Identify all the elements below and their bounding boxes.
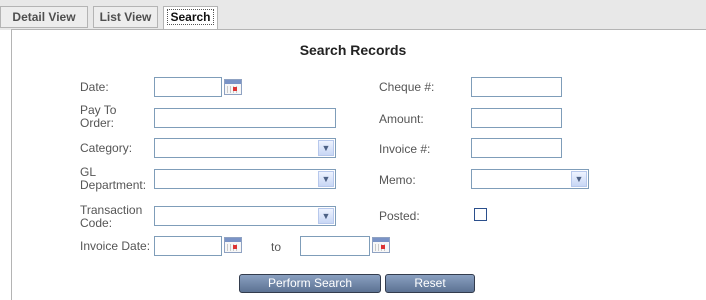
transaction-code-select[interactable]: ▼: [154, 206, 336, 226]
invoice-date-to-label: to: [271, 240, 282, 254]
pay-to-order-label: Pay To Order:: [80, 103, 117, 130]
chevron-down-icon: ▼: [318, 208, 334, 224]
date-label: Date:: [80, 80, 109, 94]
category-label: Category:: [80, 141, 133, 155]
reset-button[interactable]: Reset: [385, 274, 475, 293]
amount-label: Amount:: [379, 112, 424, 126]
page-title: Search Records: [299, 42, 407, 58]
search-panel: [11, 29, 706, 300]
transaction-code-label: Transaction Code:: [80, 203, 143, 230]
gl-department-select[interactable]: ▼: [154, 169, 336, 189]
invoice-date-to-field[interactable]: [300, 236, 370, 256]
invoice-date-from-field[interactable]: [154, 236, 222, 256]
gl-department-label: GL Department:: [80, 165, 147, 192]
calendar-icon[interactable]: [372, 237, 390, 253]
tab-detail-view[interactable]: Detail View: [0, 6, 88, 28]
perform-search-button[interactable]: Perform Search: [239, 274, 381, 293]
calendar-icon[interactable]: [224, 79, 242, 95]
tab-list-view[interactable]: List View: [93, 6, 158, 28]
tab-search[interactable]: Search: [163, 6, 218, 30]
pay-to-order-field[interactable]: [154, 108, 336, 128]
date-field[interactable]: [154, 77, 222, 97]
amount-field[interactable]: [471, 108, 562, 128]
invoice-date-label: Invoice Date:: [80, 239, 151, 253]
tab-search-label: Search: [167, 9, 214, 25]
memo-select[interactable]: ▼: [471, 169, 589, 189]
chevron-down-icon: ▼: [571, 171, 587, 187]
chevron-down-icon: ▼: [318, 140, 334, 156]
invoice-number-field[interactable]: [471, 138, 562, 158]
invoice-number-label: Invoice #:: [379, 142, 431, 156]
chevron-down-icon: ▼: [318, 171, 334, 187]
memo-label: Memo:: [379, 173, 416, 187]
calendar-icon[interactable]: [224, 237, 242, 253]
posted-checkbox[interactable]: [474, 208, 487, 221]
cheque-label: Cheque #:: [379, 80, 435, 94]
tab-bar: Detail View List View Search: [0, 0, 706, 30]
cheque-field[interactable]: [471, 77, 562, 97]
category-select[interactable]: ▼: [154, 138, 336, 158]
posted-label: Posted:: [379, 209, 420, 223]
